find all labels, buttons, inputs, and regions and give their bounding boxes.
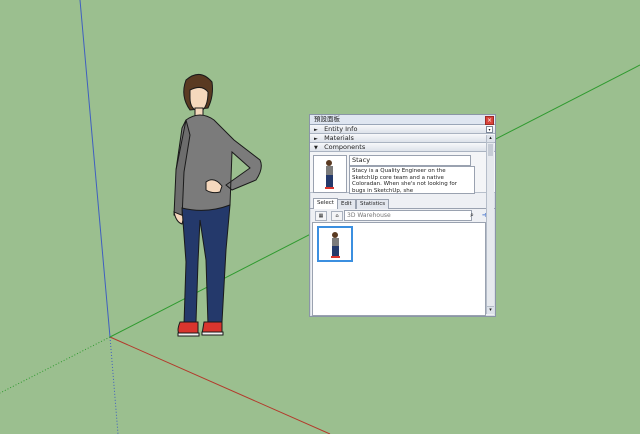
section-materials[interactable]: ► Materials ▾ (310, 134, 495, 143)
scroll-thumb[interactable] (488, 144, 493, 156)
section-label: Materials (324, 134, 354, 142)
scroll-up-icon[interactable]: ▴ (487, 135, 494, 143)
default-tray-panel: 預設面板 × ► Entity Info ▾ ► Materials ▾ ▼ C… (309, 114, 496, 317)
stacy-figure[interactable] (173, 74, 262, 337)
stacy-result-icon (331, 232, 340, 258)
tray-title: 預設面板 (314, 115, 340, 123)
tab-statistics[interactable]: Statistics (356, 199, 390, 209)
stacy-thumbnail-icon (325, 160, 334, 189)
tab-select[interactable]: Select (313, 198, 338, 209)
expand-arrow-icon: ► (314, 136, 318, 142)
red-axis (109, 336, 331, 434)
green-axis-dotted (0, 336, 111, 394)
view-options-icon[interactable]: ▦ (315, 211, 327, 221)
search-icon[interactable]: ⌕ (470, 211, 478, 219)
component-info: Stacy Stacy is a Quality Engineer on the… (310, 152, 495, 194)
tray-scrollbar[interactable]: ▴ ▾ (486, 135, 494, 314)
component-results-list (312, 222, 486, 316)
tray-titlebar[interactable]: 預設面板 × (310, 115, 495, 125)
section-menu-icon[interactable]: ▾ (486, 126, 493, 133)
component-thumbnail (313, 155, 347, 193)
component-description-field[interactable]: Stacy is a Quality Engineer on the Sketc… (349, 166, 475, 194)
section-label: Components (324, 143, 366, 151)
expand-arrow-icon: ► (314, 127, 318, 133)
close-icon[interactable]: × (485, 116, 494, 125)
section-label: Entity Info (324, 125, 358, 133)
section-entity-info[interactable]: ► Entity Info ▾ (310, 125, 495, 134)
tab-edit[interactable]: Edit (337, 199, 356, 209)
component-name-field[interactable]: Stacy (349, 155, 471, 166)
scroll-down-icon[interactable]: ▾ (487, 306, 494, 314)
home-icon[interactable]: ⌂ (331, 211, 343, 221)
section-components[interactable]: ▼ Components ▾ (310, 143, 495, 152)
result-item-stacy[interactable] (317, 226, 353, 262)
components-toolbar: ▦ ⌂ 3D Warehouse ⌕ ➔ (310, 209, 495, 221)
collapse-arrow-icon: ▼ (314, 145, 318, 151)
component-tabs: Select Edit Statistics (310, 197, 495, 209)
blue-axis (79, 0, 111, 338)
search-input[interactable]: 3D Warehouse (344, 210, 472, 221)
blue-axis-dotted (109, 336, 119, 434)
